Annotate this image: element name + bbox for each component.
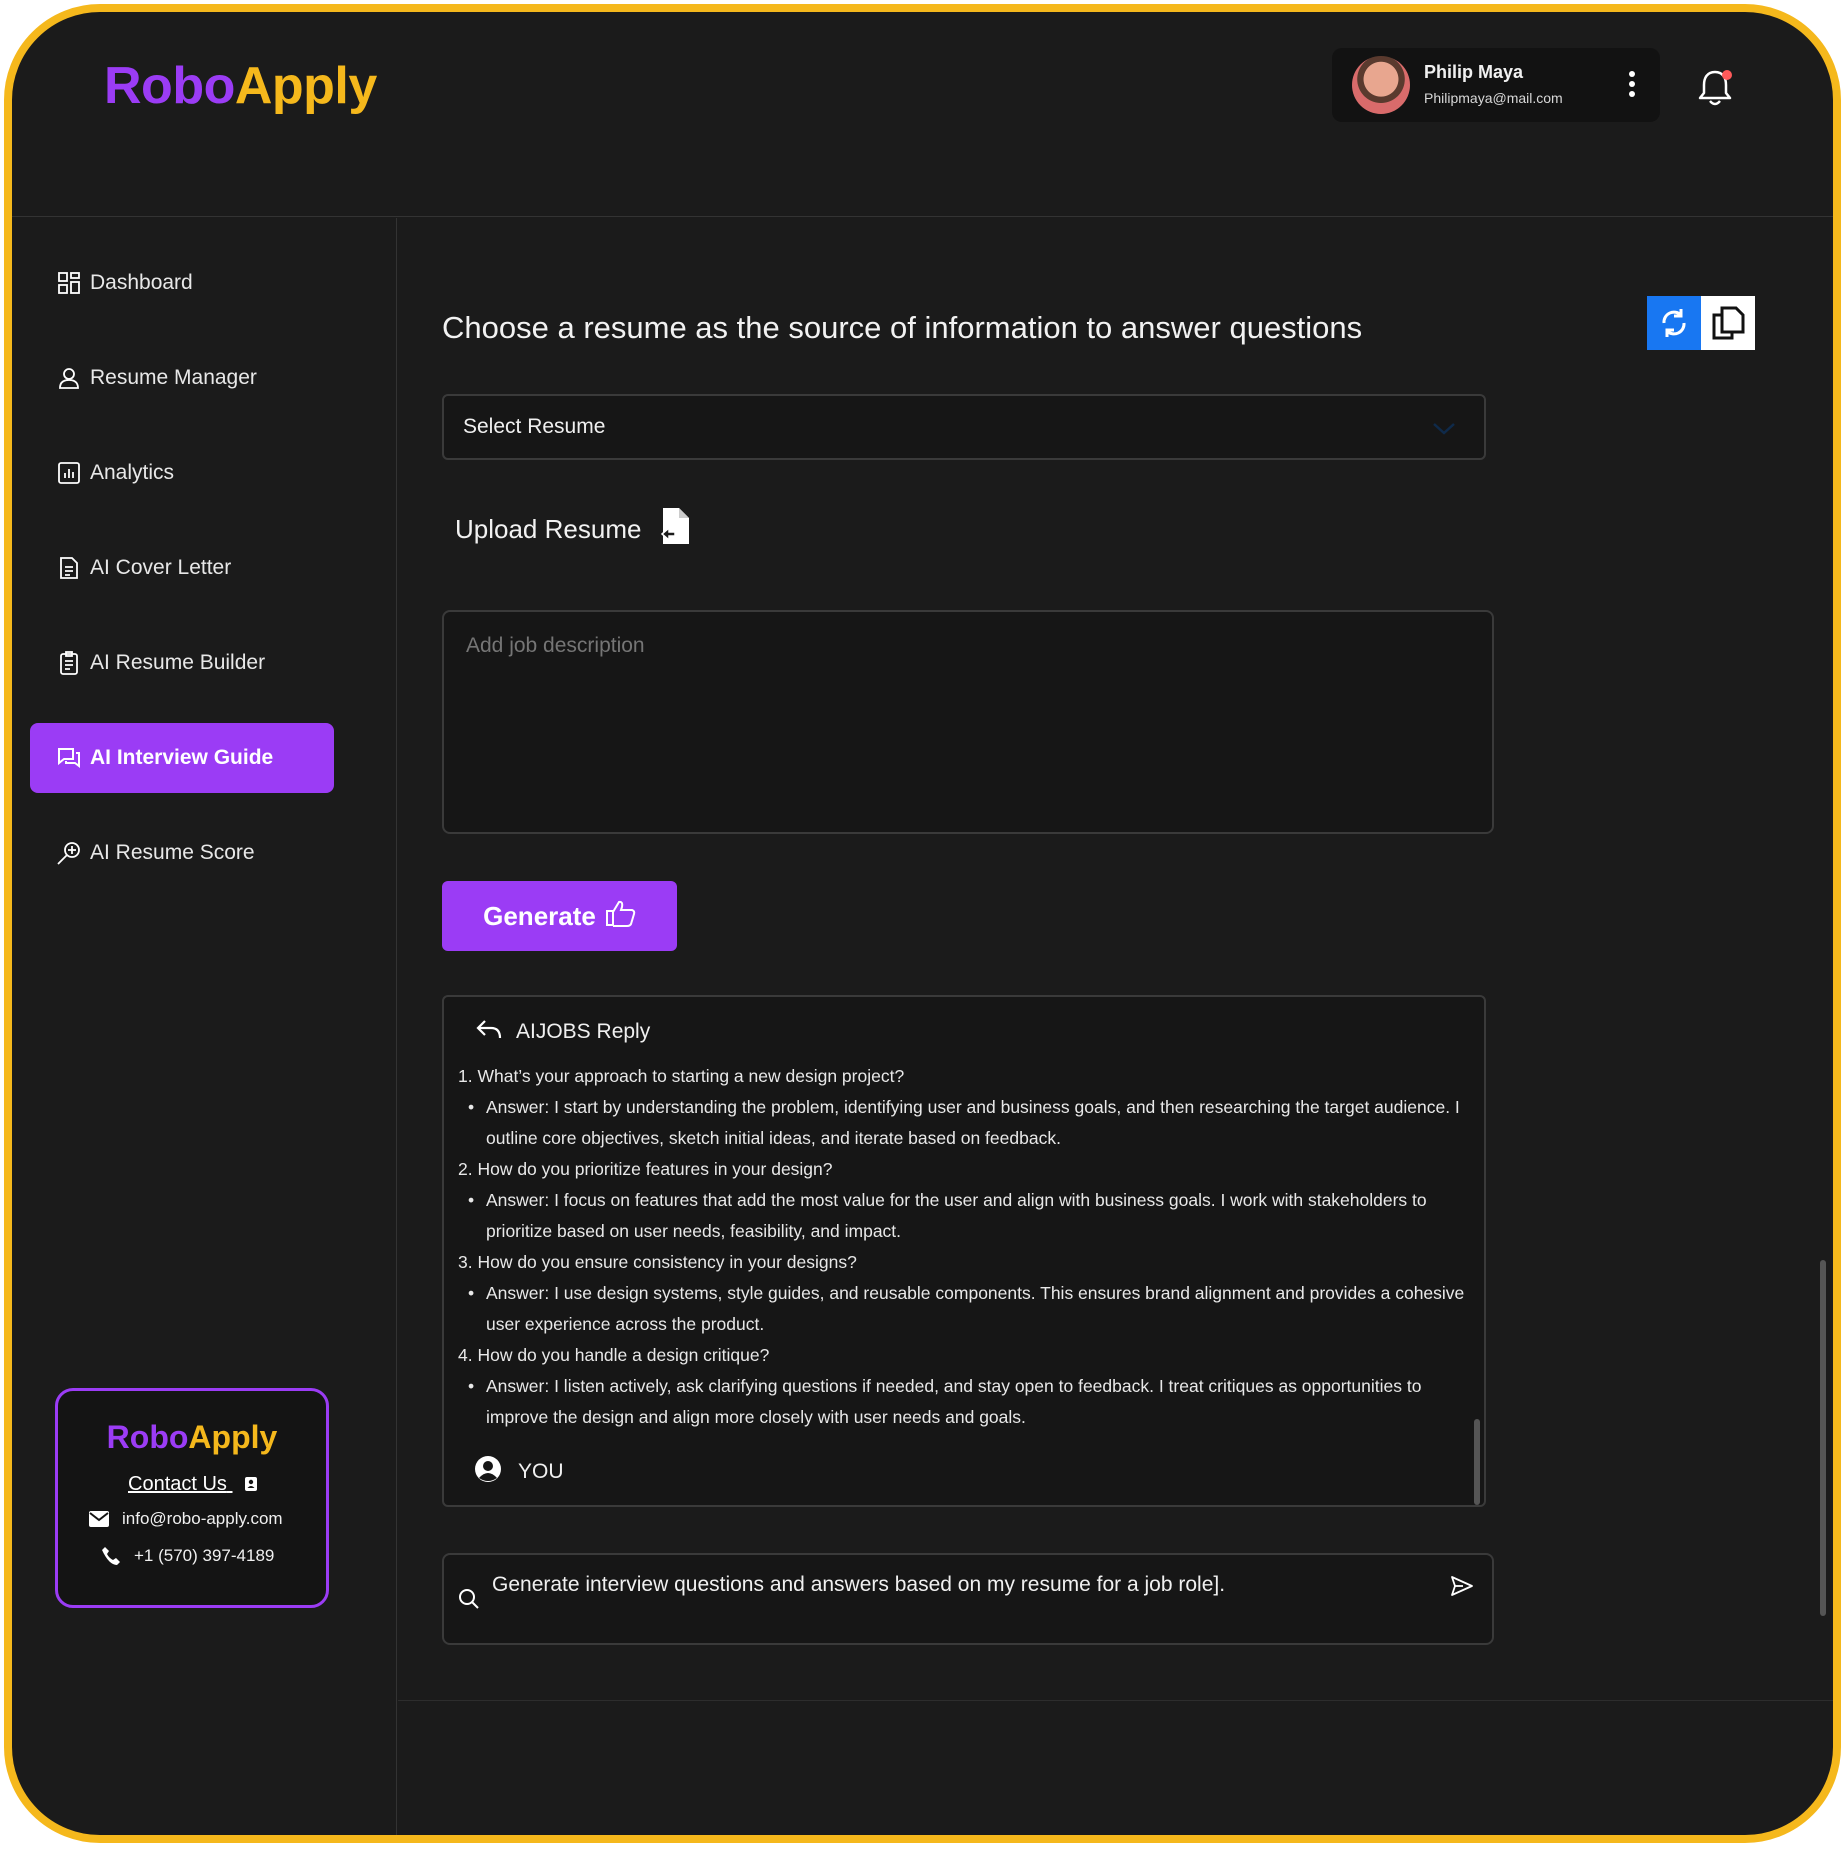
chevron-down-icon <box>1432 418 1456 442</box>
generate-button[interactable]: Generate <box>442 881 677 951</box>
sidebar-item-ai-resume-builder[interactable]: AI Resume Builder <box>30 628 334 698</box>
answer-item: Answer: I focus on features that add the… <box>458 1185 1468 1247</box>
top-header: RoboApply Philip Maya Philipmaya@mail.co… <box>12 12 1833 217</box>
user-icon <box>56 365 82 391</box>
reply-arrow-icon <box>476 1019 502 1045</box>
file-upload-icon <box>661 508 690 551</box>
contact-card: RoboApply Contact Us info@robo-apply.com… <box>55 1388 329 1608</box>
answer-item: Answer: I start by understanding the pro… <box>458 1092 1468 1154</box>
user-circle-icon <box>474 1455 502 1489</box>
copy-icon <box>1712 306 1745 340</box>
reply-header: AIJOBS Reply <box>476 1019 650 1045</box>
search-icon <box>458 1588 480 1615</box>
user-profile-card[interactable]: Philip Maya Philipmaya@mail.com <box>1332 48 1660 122</box>
contact-book-icon <box>244 1477 257 1491</box>
user-email: Philipmaya@mail.com <box>1424 90 1563 106</box>
clipboard-icon <box>56 650 82 676</box>
prompt-text[interactable]: Generate interview questions and answers… <box>492 1569 1252 1600</box>
contact-us-link[interactable]: Contact Us <box>128 1473 259 1496</box>
mail-icon <box>88 1511 110 1527</box>
upload-resume-button[interactable]: Upload Resume <box>455 508 690 551</box>
sidebar-item-ai-interview-guide[interactable]: AI Interview Guide <box>30 723 334 793</box>
more-options-icon[interactable] <box>1628 68 1636 104</box>
page-title: Choose a resume as the source of informa… <box>442 310 1363 345</box>
user-name: Philip Maya <box>1424 62 1524 82</box>
refresh-button[interactable] <box>1647 296 1701 350</box>
answer-item: Answer: I use design systems, style guid… <box>458 1278 1468 1340</box>
document-icon <box>56 555 82 581</box>
answer-item: Answer: I listen actively, ask clarifyin… <box>458 1371 1468 1433</box>
sidebar: Dashboard Resume Manager Analytics AI Co… <box>12 218 397 1835</box>
contact-phone[interactable]: +1 (570) 397-4189 <box>100 1546 274 1566</box>
sidebar-item-dashboard[interactable]: Dashboard <box>30 248 334 318</box>
reply-scrollbar[interactable] <box>1474 1419 1480 1505</box>
notification-bell-icon[interactable] <box>1694 66 1736 110</box>
contact-brand-logo: RoboApply <box>106 1419 278 1455</box>
chart-icon <box>56 460 82 486</box>
brand-logo[interactable]: RoboApply <box>104 56 377 116</box>
sidebar-item-resume-manager[interactable]: Resume Manager <box>30 343 334 413</box>
you-label: YOU <box>474 1455 564 1489</box>
refresh-icon <box>1662 309 1686 337</box>
sidebar-item-analytics[interactable]: Analytics <box>30 438 334 508</box>
copy-button[interactable] <box>1701 296 1755 350</box>
sidebar-item-ai-cover-letter[interactable]: AI Cover Letter <box>30 533 334 603</box>
send-icon[interactable] <box>1450 1575 1474 1602</box>
question-item: 2. How do you prioritize features in you… <box>458 1159 833 1179</box>
avatar[interactable] <box>1352 56 1410 114</box>
question-item: 3. How do you ensure consistency in your… <box>458 1252 857 1272</box>
app-window: RoboApply Philip Maya Philipmaya@mail.co… <box>4 4 1841 1843</box>
main-content: Choose a resume as the source of informa… <box>398 218 1833 1835</box>
sidebar-item-ai-resume-score[interactable]: AI Resume Score <box>30 818 334 888</box>
thumbs-up-icon <box>605 899 636 934</box>
question-item: 4. How do you handle a design critique? <box>458 1345 770 1365</box>
contact-email[interactable]: info@robo-apply.com <box>88 1509 283 1529</box>
phone-icon <box>100 1546 122 1566</box>
divider <box>398 1700 1833 1701</box>
chat-icon <box>56 745 82 771</box>
grid-icon <box>56 270 82 296</box>
question-item: 1. What’s your approach to starting a ne… <box>458 1066 905 1086</box>
reply-content: 1. What’s your approach to starting a ne… <box>458 1061 1468 1433</box>
select-resume-dropdown[interactable]: Select Resume <box>442 394 1486 460</box>
magnifier-plus-icon <box>56 840 82 866</box>
page-scrollbar[interactable] <box>1820 1260 1826 1616</box>
toolbar <box>1647 296 1755 350</box>
prompt-input[interactable]: Generate interview questions and answers… <box>442 1553 1494 1645</box>
ai-reply-panel: AIJOBS Reply 1. What’s your approach to … <box>442 995 1486 1507</box>
job-description-input[interactable] <box>442 610 1494 834</box>
